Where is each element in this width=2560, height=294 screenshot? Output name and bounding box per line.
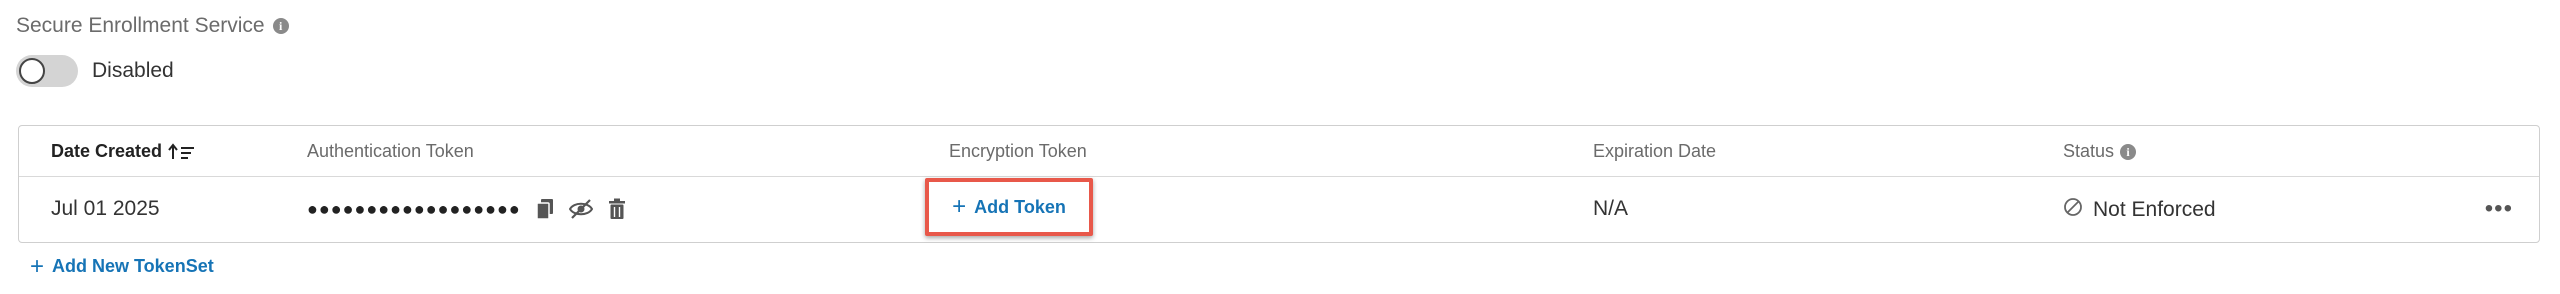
info-icon[interactable]: i <box>272 18 289 34</box>
add-token-button[interactable]: + Add Token <box>952 193 1066 220</box>
column-header-expiration-date: Expiration Date <box>1593 141 1716 162</box>
table-row: Jul 01 2025 ●●●●●●●●●●●●●●●●●● + Add Tok… <box>19 177 2539 243</box>
column-header-label: Date Created <box>51 141 163 161</box>
masked-auth-token: ●●●●●●●●●●●●●●●●●● <box>307 198 521 219</box>
secure-enrollment-page: Secure Enrollment Service i Disabled Dat… <box>0 0 2560 294</box>
plus-icon: + <box>952 193 967 220</box>
column-header-date-created[interactable]: Date Created <box>51 141 196 162</box>
section-title: Secure Enrollment Service i <box>16 14 289 38</box>
add-tokenset-label: Add New TokenSet <box>52 256 214 276</box>
expiration-date-cell: N/A <box>1593 197 1629 220</box>
add-new-tokenset-button[interactable]: + Add New TokenSet <box>30 252 214 280</box>
auth-token-cell: ●●●●●●●●●●●●●●●●●● <box>307 197 629 221</box>
column-header-label: Encryption Token <box>949 141 1087 161</box>
column-header-label: Expiration Date <box>1593 141 1717 161</box>
column-header-label: Status <box>2063 141 2115 161</box>
toggle-label: Disabled <box>92 59 174 82</box>
copy-icon[interactable] <box>533 197 557 221</box>
enrollment-toggle[interactable] <box>16 55 78 87</box>
column-header-encryption-token: Encryption Token <box>949 141 1087 162</box>
more-icon[interactable]: ••• <box>2485 197 2513 221</box>
not-enforced-icon <box>2063 197 2083 223</box>
plus-icon: + <box>30 252 45 280</box>
trash-icon[interactable] <box>605 197 629 221</box>
enrollment-toggle-row: Disabled <box>16 55 174 87</box>
column-header-authentication-token: Authentication Token <box>307 141 474 162</box>
info-icon[interactable]: i <box>2120 143 2137 160</box>
status-cell: Not Enforced <box>2063 197 2216 223</box>
status-text: Not Enforced <box>2093 198 2216 221</box>
table-header: Date Created Authentication Token Encryp… <box>19 126 2539 177</box>
tokens-table: Date Created Authentication Token Encryp… <box>18 125 2540 243</box>
hide-icon[interactable] <box>568 197 593 221</box>
sort-ascending-icon[interactable] <box>168 142 196 161</box>
section-title-text: Secure Enrollment Service <box>16 14 265 37</box>
add-token-label: Add Token <box>974 196 1066 217</box>
toggle-knob <box>19 58 45 84</box>
date-created-cell: Jul 01 2025 <box>51 197 160 220</box>
column-header-status: Status i <box>2063 141 2137 162</box>
add-token-highlight: + Add Token <box>925 178 1093 236</box>
column-header-label: Authentication Token <box>307 141 474 161</box>
